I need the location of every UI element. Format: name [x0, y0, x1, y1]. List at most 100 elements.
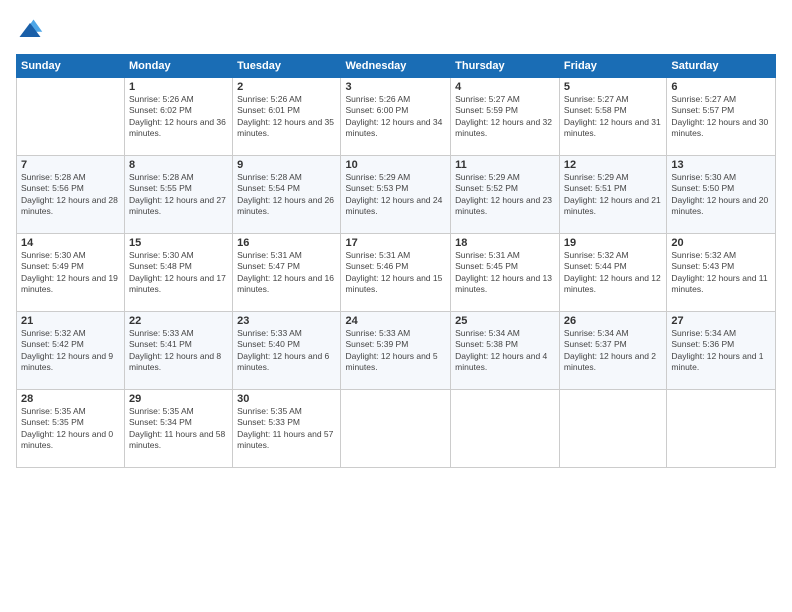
day-number: 21 [21, 315, 120, 327]
day-info: Sunrise: 5:28 AMSunset: 5:55 PMDaylight:… [129, 172, 228, 218]
calendar-cell: 4Sunrise: 5:27 AMSunset: 5:59 PMDaylight… [451, 78, 560, 156]
day-number: 22 [129, 315, 228, 327]
calendar-cell: 2Sunrise: 5:26 AMSunset: 6:01 PMDaylight… [233, 78, 341, 156]
day-info: Sunrise: 5:31 AMSunset: 5:46 PMDaylight:… [345, 250, 446, 296]
calendar-cell [667, 390, 776, 468]
day-number: 26 [564, 315, 662, 327]
calendar-cell: 22Sunrise: 5:33 AMSunset: 5:41 PMDayligh… [125, 312, 233, 390]
day-number: 29 [129, 393, 228, 405]
day-info: Sunrise: 5:27 AMSunset: 5:58 PMDaylight:… [564, 94, 662, 140]
day-info: Sunrise: 5:34 AMSunset: 5:38 PMDaylight:… [455, 328, 555, 374]
day-info: Sunrise: 5:33 AMSunset: 5:41 PMDaylight:… [129, 328, 228, 374]
day-number: 10 [345, 159, 446, 171]
day-info: Sunrise: 5:31 AMSunset: 5:45 PMDaylight:… [455, 250, 555, 296]
day-number: 25 [455, 315, 555, 327]
calendar-cell: 19Sunrise: 5:32 AMSunset: 5:44 PMDayligh… [559, 234, 666, 312]
calendar-cell: 6Sunrise: 5:27 AMSunset: 5:57 PMDaylight… [667, 78, 776, 156]
day-info: Sunrise: 5:26 AMSunset: 6:02 PMDaylight:… [129, 94, 228, 140]
day-number: 12 [564, 159, 662, 171]
calendar-cell: 26Sunrise: 5:34 AMSunset: 5:37 PMDayligh… [559, 312, 666, 390]
logo [16, 16, 48, 44]
day-number: 11 [455, 159, 555, 171]
header-thursday: Thursday [451, 55, 560, 78]
page: SundayMondayTuesdayWednesdayThursdayFrid… [0, 0, 792, 612]
calendar-cell: 30Sunrise: 5:35 AMSunset: 5:33 PMDayligh… [233, 390, 341, 468]
calendar-cell: 18Sunrise: 5:31 AMSunset: 5:45 PMDayligh… [451, 234, 560, 312]
calendar-cell: 7Sunrise: 5:28 AMSunset: 5:56 PMDaylight… [17, 156, 125, 234]
day-info: Sunrise: 5:27 AMSunset: 5:57 PMDaylight:… [671, 94, 771, 140]
day-number: 8 [129, 159, 228, 171]
day-number: 4 [455, 81, 555, 93]
day-number: 20 [671, 237, 771, 249]
calendar-cell: 27Sunrise: 5:34 AMSunset: 5:36 PMDayligh… [667, 312, 776, 390]
header-tuesday: Tuesday [233, 55, 341, 78]
header [16, 16, 776, 44]
calendar-cell: 20Sunrise: 5:32 AMSunset: 5:43 PMDayligh… [667, 234, 776, 312]
logo-icon [16, 16, 44, 44]
day-number: 18 [455, 237, 555, 249]
day-number: 3 [345, 81, 446, 93]
day-number: 19 [564, 237, 662, 249]
header-monday: Monday [125, 55, 233, 78]
day-number: 2 [237, 81, 336, 93]
week-row-0: 1Sunrise: 5:26 AMSunset: 6:02 PMDaylight… [17, 78, 776, 156]
day-info: Sunrise: 5:31 AMSunset: 5:47 PMDaylight:… [237, 250, 336, 296]
day-number: 23 [237, 315, 336, 327]
day-info: Sunrise: 5:29 AMSunset: 5:52 PMDaylight:… [455, 172, 555, 218]
day-number: 9 [237, 159, 336, 171]
day-info: Sunrise: 5:28 AMSunset: 5:54 PMDaylight:… [237, 172, 336, 218]
day-info: Sunrise: 5:35 AMSunset: 5:34 PMDaylight:… [129, 406, 228, 452]
calendar-cell: 3Sunrise: 5:26 AMSunset: 6:00 PMDaylight… [341, 78, 451, 156]
week-row-3: 21Sunrise: 5:32 AMSunset: 5:42 PMDayligh… [17, 312, 776, 390]
calendar-cell [559, 390, 666, 468]
day-info: Sunrise: 5:33 AMSunset: 5:40 PMDaylight:… [237, 328, 336, 374]
day-number: 14 [21, 237, 120, 249]
calendar-cell: 13Sunrise: 5:30 AMSunset: 5:50 PMDayligh… [667, 156, 776, 234]
calendar-cell: 21Sunrise: 5:32 AMSunset: 5:42 PMDayligh… [17, 312, 125, 390]
calendar-cell [451, 390, 560, 468]
calendar-cell: 8Sunrise: 5:28 AMSunset: 5:55 PMDaylight… [125, 156, 233, 234]
day-number: 24 [345, 315, 446, 327]
day-info: Sunrise: 5:30 AMSunset: 5:50 PMDaylight:… [671, 172, 771, 218]
day-info: Sunrise: 5:29 AMSunset: 5:51 PMDaylight:… [564, 172, 662, 218]
day-info: Sunrise: 5:34 AMSunset: 5:36 PMDaylight:… [671, 328, 771, 374]
day-number: 28 [21, 393, 120, 405]
header-friday: Friday [559, 55, 666, 78]
day-number: 16 [237, 237, 336, 249]
header-saturday: Saturday [667, 55, 776, 78]
day-info: Sunrise: 5:35 AMSunset: 5:33 PMDaylight:… [237, 406, 336, 452]
day-info: Sunrise: 5:27 AMSunset: 5:59 PMDaylight:… [455, 94, 555, 140]
day-number: 6 [671, 81, 771, 93]
header-wednesday: Wednesday [341, 55, 451, 78]
calendar-cell: 23Sunrise: 5:33 AMSunset: 5:40 PMDayligh… [233, 312, 341, 390]
day-info: Sunrise: 5:26 AMSunset: 6:00 PMDaylight:… [345, 94, 446, 140]
day-number: 5 [564, 81, 662, 93]
calendar-cell [17, 78, 125, 156]
day-number: 13 [671, 159, 771, 171]
header-sunday: Sunday [17, 55, 125, 78]
day-number: 1 [129, 81, 228, 93]
day-info: Sunrise: 5:35 AMSunset: 5:35 PMDaylight:… [21, 406, 120, 452]
calendar-cell: 11Sunrise: 5:29 AMSunset: 5:52 PMDayligh… [451, 156, 560, 234]
week-row-4: 28Sunrise: 5:35 AMSunset: 5:35 PMDayligh… [17, 390, 776, 468]
day-info: Sunrise: 5:32 AMSunset: 5:44 PMDaylight:… [564, 250, 662, 296]
header-row: SundayMondayTuesdayWednesdayThursdayFrid… [17, 55, 776, 78]
week-row-2: 14Sunrise: 5:30 AMSunset: 5:49 PMDayligh… [17, 234, 776, 312]
calendar-cell: 16Sunrise: 5:31 AMSunset: 5:47 PMDayligh… [233, 234, 341, 312]
day-number: 7 [21, 159, 120, 171]
calendar-cell: 25Sunrise: 5:34 AMSunset: 5:38 PMDayligh… [451, 312, 560, 390]
day-number: 17 [345, 237, 446, 249]
calendar-cell: 12Sunrise: 5:29 AMSunset: 5:51 PMDayligh… [559, 156, 666, 234]
week-row-1: 7Sunrise: 5:28 AMSunset: 5:56 PMDaylight… [17, 156, 776, 234]
calendar-table: SundayMondayTuesdayWednesdayThursdayFrid… [16, 54, 776, 468]
day-info: Sunrise: 5:32 AMSunset: 5:43 PMDaylight:… [671, 250, 771, 296]
day-info: Sunrise: 5:30 AMSunset: 5:48 PMDaylight:… [129, 250, 228, 296]
day-info: Sunrise: 5:28 AMSunset: 5:56 PMDaylight:… [21, 172, 120, 218]
calendar-cell: 1Sunrise: 5:26 AMSunset: 6:02 PMDaylight… [125, 78, 233, 156]
calendar-cell [341, 390, 451, 468]
day-info: Sunrise: 5:29 AMSunset: 5:53 PMDaylight:… [345, 172, 446, 218]
calendar-cell: 15Sunrise: 5:30 AMSunset: 5:48 PMDayligh… [125, 234, 233, 312]
calendar-cell: 29Sunrise: 5:35 AMSunset: 5:34 PMDayligh… [125, 390, 233, 468]
day-number: 15 [129, 237, 228, 249]
calendar-cell: 24Sunrise: 5:33 AMSunset: 5:39 PMDayligh… [341, 312, 451, 390]
